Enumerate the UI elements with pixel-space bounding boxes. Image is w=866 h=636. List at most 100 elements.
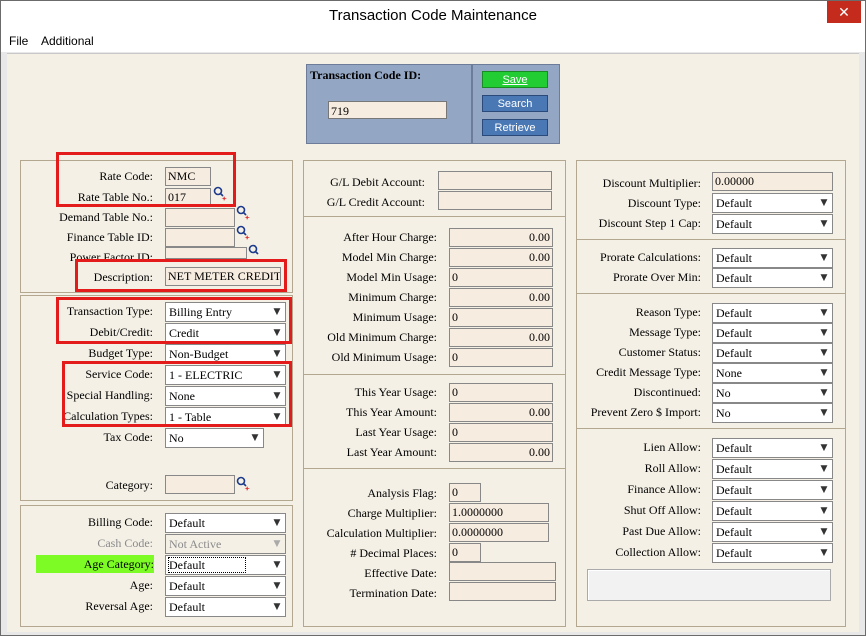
min-charge-field[interactable]: 0.00 — [449, 288, 553, 307]
past-due-select[interactable]: Default ▼ — [712, 522, 833, 542]
charge-mult-field[interactable]: 1.0000000 — [449, 503, 549, 522]
reversal-age-select[interactable]: Default ▼ — [165, 597, 286, 617]
credit-msg-select[interactable]: None ▼ — [712, 363, 833, 383]
retrieve-button[interactable]: Retrieve — [482, 119, 548, 136]
age-value: Default — [169, 579, 205, 593]
customer-status-value: Default — [716, 346, 752, 360]
chevron-down-icon: ▼ — [273, 539, 281, 549]
last-year-usage-field[interactable]: 0 — [449, 423, 553, 442]
lien-select[interactable]: Default ▼ — [712, 438, 833, 458]
billing-code-label: Billing Code: — [87, 515, 153, 529]
cash-code-label: Cash Code: — [97, 536, 153, 550]
demand-table-field[interactable] — [165, 208, 235, 227]
last-year-amount-field[interactable]: 0.00 — [449, 443, 553, 462]
decimal-places-field[interactable]: 0 — [449, 543, 481, 562]
reason-type-select[interactable]: Default ▼ — [712, 303, 833, 323]
billing-code-value: Default — [169, 516, 205, 530]
age-label: Age: — [129, 578, 153, 592]
billing-code-select[interactable]: Default ▼ — [165, 513, 286, 533]
discontinued-select[interactable]: No ▼ — [712, 383, 833, 403]
chevron-down-icon: ▼ — [820, 328, 828, 338]
menu-additional[interactable]: Additional — [41, 34, 94, 48]
credit-msg-label: Credit Message Type: — [596, 365, 701, 379]
divider — [304, 216, 565, 217]
after-hour-field[interactable]: 0.00 — [449, 228, 553, 247]
customer-status-select[interactable]: Default ▼ — [712, 343, 833, 363]
tax-code-select[interactable]: No ▼ — [165, 428, 264, 448]
prorate-over-select[interactable]: Default ▼ — [712, 268, 833, 288]
effective-date-field[interactable] — [449, 562, 556, 581]
model-min-usage-field[interactable]: 0 — [449, 268, 553, 287]
discount-step-select[interactable]: Default ▼ — [712, 214, 833, 234]
this-year-amount-field[interactable]: 0.00 — [449, 403, 553, 422]
reversal-age-value: Default — [169, 600, 205, 614]
menu-file[interactable]: File — [9, 34, 28, 48]
prorate-calc-label: Prorate Calculations: — [600, 250, 701, 264]
message-type-select[interactable]: Default ▼ — [712, 323, 833, 343]
category-field[interactable] — [165, 475, 235, 494]
discount-mult-field[interactable]: 0.00000 — [712, 172, 833, 191]
old-min-charge-label: Old Minimum Charge: — [327, 330, 437, 344]
transaction-code-input[interactable]: 719 — [328, 101, 447, 119]
divider — [304, 468, 565, 469]
cash-code-select[interactable]: Not Active ▼ — [165, 534, 286, 554]
transaction-highlight-box — [56, 297, 292, 344]
finance-table-label: Finance Table ID: — [66, 230, 153, 244]
last-year-amount-label: Last Year Amount: — [346, 445, 437, 459]
old-min-charge-field[interactable]: 0.00 — [449, 328, 553, 347]
roll-select[interactable]: Default ▼ — [712, 459, 833, 479]
chevron-down-icon: ▼ — [820, 485, 828, 495]
power-factor-field[interactable] — [165, 247, 247, 259]
gl-credit-field[interactable] — [438, 191, 552, 210]
finance-table-search-icon[interactable] — [235, 225, 251, 241]
chevron-down-icon: ▼ — [820, 368, 828, 378]
termination-date-label: Termination Date: — [349, 586, 437, 600]
calc-mult-field[interactable]: 0.0000000 — [449, 523, 549, 542]
save-button[interactable]: Save — [482, 71, 548, 88]
demand-table-search-icon[interactable] — [235, 205, 251, 221]
prevent-zero-select[interactable]: No ▼ — [712, 403, 833, 423]
shut-off-select[interactable]: Default ▼ — [712, 501, 833, 521]
prorate-over-value: Default — [716, 271, 752, 285]
after-hour-label: After Hour Charge: — [343, 230, 437, 244]
discount-mult-label: Discount Multiplier: — [602, 176, 701, 190]
discount-type-value: Default — [716, 196, 752, 210]
charge-mult-label: Charge Multiplier: — [347, 506, 437, 520]
this-year-usage-field[interactable]: 0 — [449, 383, 553, 402]
search-button[interactable]: Search — [482, 95, 548, 112]
divider — [577, 293, 845, 294]
chevron-down-icon: ▼ — [820, 388, 828, 398]
chevron-down-icon: ▼ — [820, 198, 828, 208]
chevron-down-icon: ▼ — [820, 219, 828, 229]
gl-debit-field[interactable] — [438, 171, 552, 190]
empty-action-button[interactable] — [587, 569, 831, 601]
age-select[interactable]: Default ▼ — [165, 576, 286, 596]
old-min-usage-field[interactable]: 0 — [449, 348, 553, 367]
shut-off-value: Default — [716, 504, 752, 518]
finance-allow-select[interactable]: Default ▼ — [712, 480, 833, 500]
min-usage-field[interactable]: 0 — [449, 308, 553, 327]
prorate-calc-select[interactable]: Default ▼ — [712, 248, 833, 268]
age-category-select[interactable]: Default ▼ — [165, 555, 286, 575]
collection-value: Default — [716, 546, 752, 560]
age-category-value: Default — [168, 557, 246, 573]
analysis-flag-field[interactable]: 0 — [449, 483, 481, 502]
category-search-icon[interactable] — [235, 476, 251, 492]
budget-type-label: Budget Type: — [88, 346, 153, 360]
divider — [577, 428, 845, 429]
min-charge-label: Minimum Charge: — [348, 290, 437, 304]
collection-select[interactable]: Default ▼ — [712, 543, 833, 563]
discount-type-select[interactable]: Default ▼ — [712, 193, 833, 213]
cash-code-value: Not Active — [169, 537, 222, 551]
finance-table-field[interactable] — [165, 228, 235, 247]
discount-type-label: Discount Type: — [627, 196, 701, 210]
power-factor-search-icon[interactable] — [247, 244, 263, 260]
chevron-down-icon: ▼ — [820, 348, 828, 358]
termination-date-field[interactable] — [449, 582, 556, 601]
close-button[interactable]: ✕ — [827, 1, 861, 23]
transaction-code-label: Transaction Code ID: — [310, 68, 422, 82]
tax-code-value: No — [169, 431, 184, 445]
past-due-label: Past Due Allow: — [622, 524, 701, 538]
model-min-charge-field[interactable]: 0.00 — [449, 248, 553, 267]
reason-type-label: Reason Type: — [635, 305, 701, 319]
